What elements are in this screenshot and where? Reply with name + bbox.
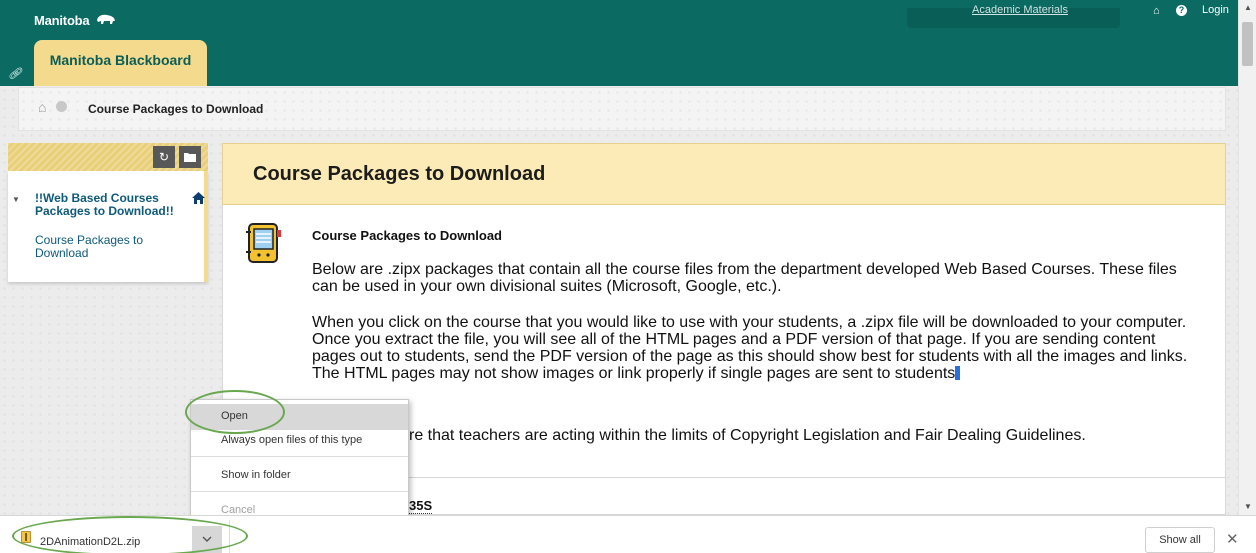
- tab-manitoba-blackboard[interactable]: Manitoba Blackboard: [34, 40, 207, 86]
- scroll-thumb[interactable]: [1242, 22, 1253, 66]
- course-home-icon[interactable]: [192, 192, 205, 207]
- academic-materials-link[interactable]: Academic Materials: [972, 4, 1068, 16]
- page-title: Course Packages to Download: [253, 163, 546, 185]
- paragraph-2-text: When you click on the course that you wo…: [312, 314, 1188, 382]
- login-link[interactable]: Login: [1202, 4, 1229, 16]
- scroll-down-arrow-icon[interactable]: ▼: [1244, 502, 1252, 511]
- bison-icon: [96, 14, 115, 24]
- refresh-icon[interactable]: ↻: [153, 146, 175, 168]
- collapse-caret-icon[interactable]: ▼: [12, 195, 20, 204]
- page-scrollbar[interactable]: ▲ ▼: [1238, 0, 1256, 515]
- breadcrumb-current: Course Packages to Download: [88, 102, 264, 116]
- text-cursor: [955, 366, 961, 380]
- scroll-up-arrow-icon[interactable]: ▲: [1244, 3, 1252, 12]
- menu-separator: [191, 456, 408, 457]
- description-paragraph-2: When you click on the course that you wo…: [312, 314, 1202, 382]
- home-icon[interactable]: ⌂: [1153, 5, 1160, 17]
- course-item-link[interactable]: 35S: [409, 498, 433, 514]
- annotation-ellipse-download: [12, 516, 248, 553]
- menu-item-show-in-folder[interactable]: Show in folder: [191, 463, 408, 489]
- site-logo[interactable]: Manitoba: [34, 13, 116, 28]
- close-download-bar-icon[interactable]: ✕: [1226, 530, 1239, 548]
- link-icon[interactable]: 🔗︎: [8, 67, 22, 80]
- menu-separator: [191, 491, 408, 492]
- description-paragraph-3: re that teachers are acting within the l…: [409, 427, 1086, 444]
- item-title[interactable]: Course Packages to Download: [312, 228, 502, 243]
- breadcrumb-menu-icon[interactable]: [56, 101, 67, 112]
- course-menu-header: [8, 143, 208, 171]
- notebook-icon: [246, 223, 281, 263]
- course-menu-title[interactable]: !!Web Based Courses Packages to Download…: [35, 192, 185, 218]
- breadcrumb-home-icon[interactable]: ⌂: [38, 99, 46, 115]
- description-paragraph-1: Below are .zipx packages that contain al…: [312, 261, 1177, 295]
- help-icon[interactable]: ?: [1176, 5, 1187, 16]
- annotation-ellipse-open: [185, 390, 285, 434]
- show-all-button[interactable]: Show all: [1145, 527, 1215, 553]
- course-menu-item[interactable]: Course Packages to Download: [35, 234, 175, 260]
- folder-view-icon[interactable]: [179, 146, 201, 168]
- logo-text: Manitoba: [34, 13, 90, 28]
- course-menu: [8, 171, 208, 282]
- folder-icon: [184, 153, 196, 162]
